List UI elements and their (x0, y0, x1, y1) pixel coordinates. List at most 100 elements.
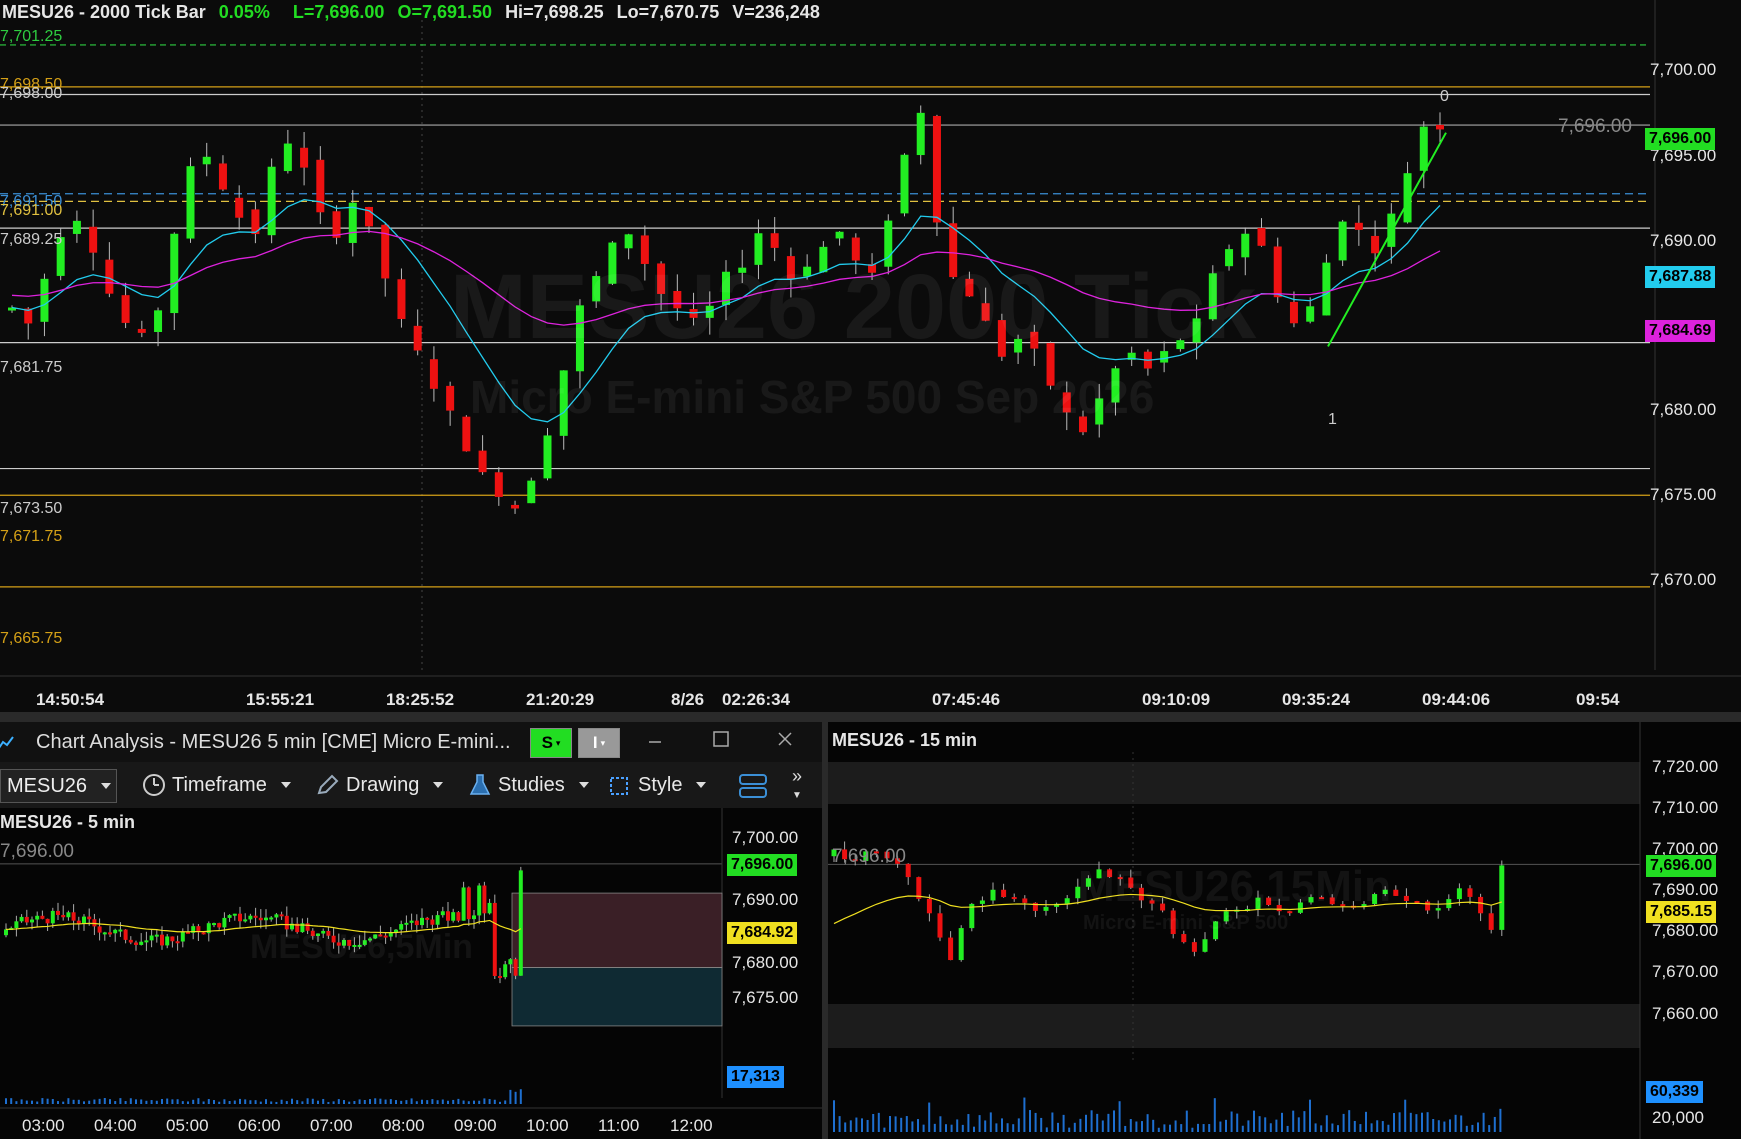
volume-tag: 60,339 (1646, 1081, 1703, 1103)
candle-body (14, 921, 19, 929)
volume-bar (1353, 1120, 1356, 1132)
candle-body (283, 143, 292, 172)
maximize-icon[interactable] (712, 730, 732, 750)
volume-bar (956, 1119, 959, 1132)
candle-body (35, 915, 40, 920)
candle-body (201, 932, 206, 935)
close-icon[interactable] (776, 730, 796, 750)
candle-body (492, 902, 497, 976)
overflow-menu-icon[interactable]: » ▼ (792, 767, 802, 804)
chevron-down-icon (101, 783, 112, 789)
volume-bar (296, 1100, 299, 1104)
app-icon (0, 734, 14, 750)
candle-body (175, 941, 180, 944)
studies-button[interactable]: Studies (468, 773, 589, 797)
five-min-canvas[interactable] (0, 808, 822, 1139)
candle-body (397, 279, 406, 319)
level-label: 7,665.75 (0, 630, 63, 647)
candle-body (149, 935, 154, 941)
ema-fast-tag: 7,687.88 (1645, 266, 1716, 288)
candle-body (212, 923, 216, 926)
s-button[interactable]: S ▾ (530, 728, 572, 758)
fifteen-min-title: MESU26 - 15 min (832, 730, 978, 750)
volume-bar (493, 1099, 496, 1104)
volume-bar (389, 1099, 392, 1104)
volume-bar (889, 1116, 891, 1132)
volume-bar (872, 1113, 875, 1132)
layout-icon[interactable] (738, 772, 768, 800)
minimize-icon[interactable] (646, 730, 666, 750)
volume-bar (431, 1099, 434, 1104)
volume-bar (1090, 1110, 1093, 1132)
volume-bar (1152, 1119, 1155, 1132)
volume-bar (207, 1099, 210, 1104)
candle-body (118, 929, 123, 932)
symbol-select[interactable]: MESU26 (0, 769, 117, 803)
candle-body (97, 926, 102, 933)
drawing-button[interactable]: Drawing (316, 773, 444, 797)
target-zone-box (511, 967, 723, 1027)
volume-bar (327, 1101, 330, 1104)
pane-divider[interactable] (0, 712, 1741, 722)
time-axis-label: 04:00 (94, 1116, 137, 1135)
candle-body (425, 917, 430, 920)
candle-body (527, 480, 536, 504)
volume-bar (395, 1100, 397, 1104)
timeframe-button[interactable]: Timeframe (142, 773, 291, 797)
volume-bar (1258, 1116, 1261, 1132)
time-axis-label: 15:55:21 (246, 690, 315, 709)
volume-bar (911, 1121, 914, 1132)
volume-bar (1488, 1125, 1491, 1132)
volume-bar (1124, 1125, 1127, 1132)
candle-body (518, 870, 523, 976)
window-titlebar[interactable]: Chart Analysis - MESU26 5 min [CME] Micr… (0, 722, 822, 762)
volume-bar (1012, 1124, 1015, 1132)
i-button[interactable]: I ▾ (578, 728, 620, 758)
candle-body (1064, 898, 1070, 904)
candle-body (217, 923, 222, 928)
volume-bar (1073, 1122, 1076, 1132)
analysis-toolbar: MESU26 Timeframe Drawing Studies Style »… (0, 762, 822, 808)
volume-bar (989, 1112, 992, 1132)
high-price: Hi=7,698.25 (505, 2, 604, 22)
main-chart[interactable]: MESU26 2000 Tick Micro E-mini S&P 500 Se… (0, 0, 1741, 712)
volume-bar (1348, 1110, 1351, 1132)
candle-body (170, 936, 175, 942)
volume-bar (1409, 1112, 1412, 1132)
volume-axis-label: 20,000 (1652, 1108, 1704, 1127)
volume-bar (15, 1101, 18, 1104)
symbol-select-value: MESU26 (7, 774, 88, 797)
price-axis-label: 7,690.00 (1650, 231, 1717, 250)
volume-bar (363, 1100, 366, 1104)
volume-bar (1292, 1110, 1295, 1132)
chart-analysis-window[interactable]: Chart Analysis - MESU26 5 min [CME] Micr… (0, 722, 828, 1139)
volume-bar (57, 1101, 59, 1104)
style-icon (610, 777, 628, 795)
volume-bar (415, 1101, 418, 1104)
volume-bar (467, 1101, 470, 1104)
volume-bar (202, 1101, 205, 1104)
chevron-down-icon (280, 782, 291, 788)
candle-body (413, 325, 422, 351)
candle-body (235, 197, 244, 218)
five-min-chart[interactable]: MESU26,5Min MESU26 - 5 min 7,696.00 7,70… (0, 808, 822, 1139)
candle-body (926, 898, 932, 914)
candle-body (202, 156, 211, 165)
fifteen-min-chart[interactable]: MESU26,15Min Micro E-mini S&P 500 MESU26… (828, 722, 1741, 1139)
candle-body (958, 928, 964, 961)
volume-bar (1001, 1118, 1003, 1132)
volume-bar (124, 1101, 127, 1104)
style-button[interactable]: Style (608, 773, 707, 797)
candle-body (456, 912, 461, 921)
volume-bar (1017, 1118, 1020, 1132)
volume-bar (1281, 1112, 1283, 1132)
drawing-label: Drawing (346, 773, 420, 796)
price-axis-label: 7,670.00 (1650, 570, 1717, 589)
candle-body (186, 166, 195, 239)
volume-bar (457, 1098, 460, 1104)
candle-body (1181, 934, 1187, 943)
low-price: Lo=7,670.75 (616, 2, 720, 22)
candle-body (89, 226, 98, 253)
candle-body (108, 932, 112, 935)
candle-body (19, 916, 24, 922)
